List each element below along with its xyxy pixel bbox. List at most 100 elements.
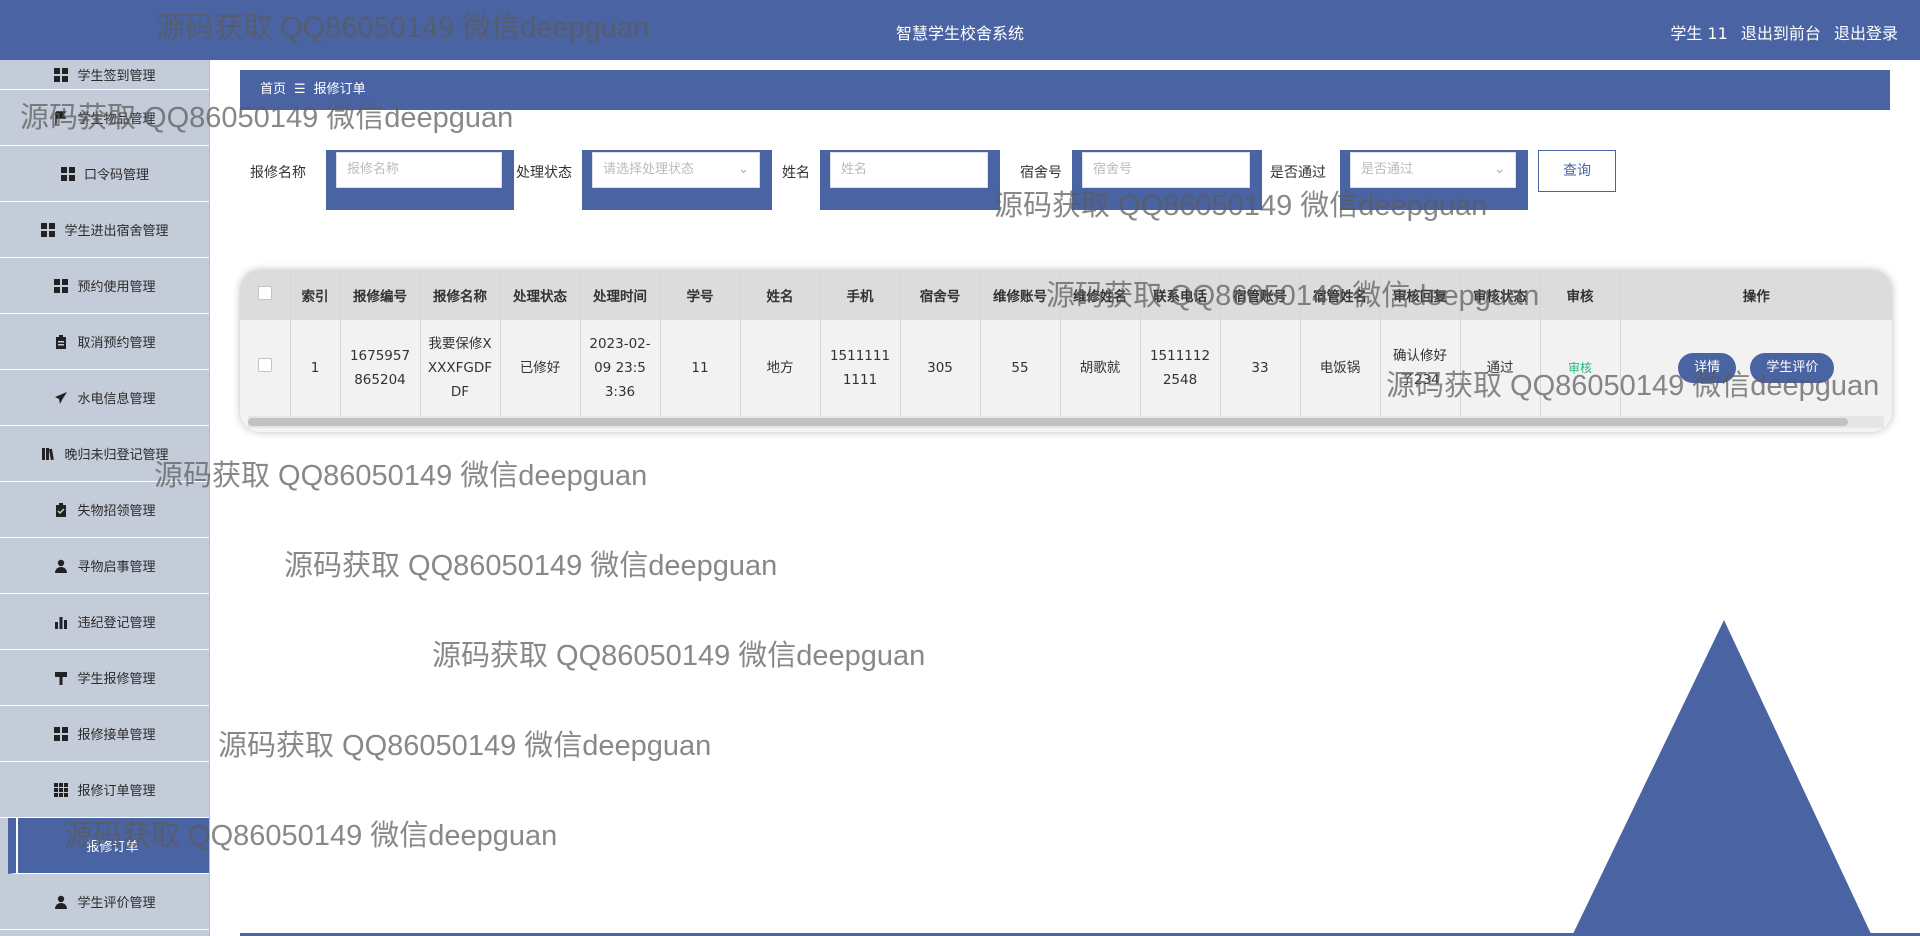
sidebar-item-label: 学生签到管理 <box>77 69 156 84</box>
sidebar-item-lost-found[interactable]: 失物招领管理 <box>0 482 209 538</box>
column-header[interactable]: 审核回复 <box>1380 270 1461 320</box>
column-header[interactable]: 索引 <box>290 270 341 320</box>
cell-student-no: 11 <box>660 320 741 416</box>
back-to-front-link[interactable]: 退出到前台 <box>1741 24 1821 43</box>
sidebar-item-discipline[interactable]: 违纪登记管理 <box>0 594 209 650</box>
column-header[interactable]: 报修编号 <box>340 270 421 320</box>
sidebar-item-repair-orders[interactable]: 报修订单 <box>8 818 209 874</box>
cell-review-reply: 确认修好了234 <box>1380 320 1461 416</box>
sidebar-item-cancel-reservation[interactable]: 取消预约管理 <box>0 314 209 370</box>
logout-link[interactable]: 退出登录 <box>1834 24 1898 43</box>
sidebar-item-dorm-access[interactable]: 学生进出宿舍管理 <box>0 202 209 258</box>
select-all-checkbox[interactable] <box>257 286 272 300</box>
column-header[interactable]: 手机 <box>820 270 901 320</box>
field-label: 是否通过 <box>1270 165 1326 181</box>
cell-name: 地方 <box>740 320 821 416</box>
cell-phone: 15111111111 <box>820 320 901 416</box>
sidebar-item-late-return[interactable]: 晚归未归登记管理 <box>0 426 209 482</box>
clipboard-check-icon <box>53 502 69 518</box>
review-link[interactable]: 审核 <box>1568 361 1592 375</box>
horizontal-scrollbar[interactable] <box>248 416 1884 428</box>
column-header[interactable]: 维修姓名 <box>1060 270 1141 320</box>
column-header[interactable]: 维修账号 <box>980 270 1061 320</box>
watermark-text: 源码获取 QQ86050149 微信deepguan <box>284 550 778 582</box>
breadcrumb: 首页 ☰ 报修订单 <box>240 70 1890 110</box>
repair-name-input[interactable]: 报修名称 <box>336 152 502 188</box>
cell-manager-name: 电饭锅 <box>1300 320 1381 416</box>
grid-icon <box>60 166 76 182</box>
cell-review-status: 通过 <box>1460 320 1541 416</box>
grid-icon <box>40 222 56 238</box>
sidebar: 学生签到管理 学生物品管理 口令码管理 学生进出宿舍管理 预约使用管理 取消预约… <box>0 60 210 936</box>
grid-icon <box>53 726 69 742</box>
breadcrumb-home[interactable]: 首页 <box>260 82 286 97</box>
cell-repair-name: 我要保修XXXXFGDF DF <box>420 320 501 416</box>
column-header[interactable]: 联系电话 <box>1140 270 1221 320</box>
cell-review: 审核 <box>1540 320 1621 416</box>
student-evaluate-button[interactable]: 学生评价 <box>1750 353 1835 383</box>
column-header[interactable]: 审核 <box>1540 270 1621 320</box>
query-button[interactable]: 查询 <box>1538 150 1616 192</box>
cell-time: 2023-02-09 23:53:36 <box>580 320 661 416</box>
detail-button[interactable]: 详情 <box>1678 353 1737 383</box>
field-label: 报修名称 <box>250 165 306 181</box>
sidebar-item-utilities[interactable]: 水电信息管理 <box>0 370 209 426</box>
scrollbar-thumb[interactable] <box>248 418 1848 426</box>
sidebar-item-label: 违纪登记管理 <box>77 616 156 631</box>
send-icon <box>53 390 69 406</box>
sidebar-item-label: 报修接单管理 <box>77 728 156 743</box>
column-header[interactable]: 审核状态 <box>1460 270 1541 320</box>
breadcrumb-current: 报修订单 <box>313 82 366 97</box>
user-icon <box>53 894 69 910</box>
sidebar-item-label: 取消预约管理 <box>77 336 156 351</box>
hammer-icon <box>53 670 69 686</box>
user-info: 学生 11 退出到前台 退出登录 <box>1662 20 1898 44</box>
sidebar-item-reservation[interactable]: 预约使用管理 <box>0 258 209 314</box>
column-header[interactable]: 处理状态 <box>500 270 581 320</box>
grid-icon <box>53 278 69 294</box>
status-select[interactable]: 请选择处理状态 ⌄ <box>592 152 760 188</box>
field-label: 姓名 <box>782 165 810 181</box>
bar-chart-icon <box>53 614 69 630</box>
breadcrumb-separator-icon: ☰ <box>294 82 306 97</box>
table-header-row: 索引 报修编号 报修名称 处理状态 处理时间 学号 姓名 手机 宿舍号 维修账号… <box>240 270 1892 320</box>
sidebar-item-evaluation[interactable]: 学生评价管理 <box>0 874 209 930</box>
cell-contact-phone: 15111122548 <box>1140 320 1221 416</box>
sidebar-item-label: 预约使用管理 <box>77 280 156 295</box>
books-icon <box>40 446 56 462</box>
approved-select[interactable]: 是否通过 ⌄ <box>1350 152 1516 188</box>
sidebar-item-label: 寻物启事管理 <box>77 560 156 575</box>
watermark-text: 源码获取 QQ86050149 微信deepguan <box>154 460 648 492</box>
dorm-input[interactable]: 宿舍号 <box>1082 152 1250 188</box>
flag-icon <box>53 110 69 126</box>
sidebar-item-label: 口令码管理 <box>83 168 149 183</box>
sidebar-item-sign-in[interactable]: 学生签到管理 <box>0 60 209 90</box>
column-header[interactable]: 报修名称 <box>420 270 501 320</box>
column-header[interactable]: 宿舍号 <box>900 270 981 320</box>
sidebar-item-passcode[interactable]: 口令码管理 <box>0 146 209 202</box>
column-header[interactable]: 处理时间 <box>580 270 661 320</box>
cell-repair-name-person: 胡歌就 <box>1060 320 1141 416</box>
column-header: 操作 <box>1620 270 1892 320</box>
name-input[interactable]: 姓名 <box>830 152 988 188</box>
field-label: 处理状态 <box>516 165 572 181</box>
sidebar-item-goods[interactable]: 学生物品管理 <box>0 90 209 146</box>
field-label: 宿舍号 <box>1020 165 1062 181</box>
sidebar-item-repair-accept[interactable]: 报修接单管理 <box>0 706 209 762</box>
sidebar-item-label: 报修订单管理 <box>77 784 156 799</box>
sidebar-item-repair[interactable]: 学生报修管理 <box>0 650 209 706</box>
sidebar-item-lost-notice[interactable]: 寻物启事管理 <box>0 538 209 594</box>
row-checkbox[interactable] <box>257 358 272 372</box>
cell-dorm: 305 <box>900 320 981 416</box>
cell-repair-account: 55 <box>980 320 1061 416</box>
sidebar-item-label: 水电信息管理 <box>77 392 156 407</box>
sidebar-item-repair-orders-mgmt[interactable]: 报修订单管理 <box>0 762 209 818</box>
column-header[interactable]: 姓名 <box>740 270 821 320</box>
column-header[interactable]: 学号 <box>660 270 741 320</box>
column-header[interactable]: 宿管账号 <box>1220 270 1301 320</box>
column-header[interactable]: 宿管姓名 <box>1300 270 1381 320</box>
cell-actions: 详情 学生评价 <box>1620 320 1892 416</box>
chevron-down-icon: ⌄ <box>1494 162 1505 177</box>
cell-status: 已修好 <box>500 320 581 416</box>
user-icon <box>53 558 69 574</box>
